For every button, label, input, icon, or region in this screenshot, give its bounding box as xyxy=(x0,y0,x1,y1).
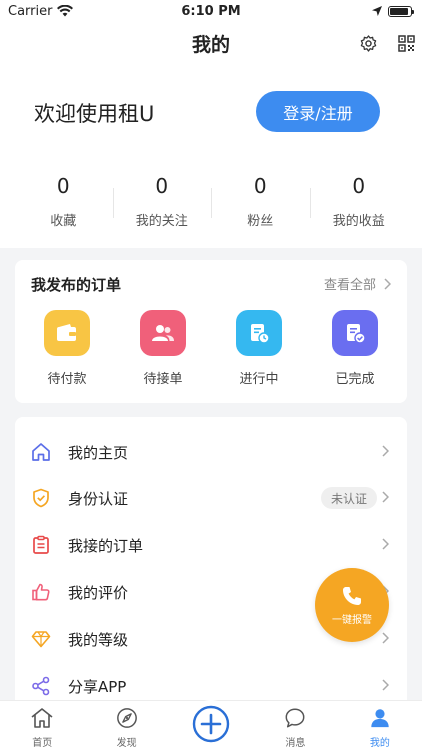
verification-status-badge: 未认证 xyxy=(320,487,377,509)
menu-item-homepage[interactable]: 我的主页 xyxy=(15,429,407,475)
login-register-button[interactable]: 登录/注册 xyxy=(256,91,380,132)
stats-row: 0 收藏 0 我的关注 0 粉丝 0 我的收益 xyxy=(14,172,408,229)
order-label: 进行中 xyxy=(239,372,279,387)
gear-icon[interactable] xyxy=(357,32,379,54)
view-all-link[interactable]: 查看全部 xyxy=(324,274,391,293)
chevron-right-icon xyxy=(382,445,389,457)
stat-value: 0 xyxy=(155,174,169,198)
shield-check-icon xyxy=(30,487,52,509)
status-bar: Carrier 6:10 PM xyxy=(0,0,422,22)
menu-card: 我的主页 身份认证 未认证 我接的订单 我的评价 我的等级 分享APP xyxy=(15,417,407,717)
clock-document-icon xyxy=(236,310,282,356)
order-completed[interactable]: 已完成 xyxy=(315,310,395,387)
tab-label: 我的 xyxy=(369,738,390,749)
stat-label: 收藏 xyxy=(50,214,77,229)
compass-icon xyxy=(116,708,137,728)
location-arrow-icon xyxy=(372,6,382,16)
nav-bar: 我的 xyxy=(0,22,422,64)
menu-label: 我接的订单 xyxy=(68,536,144,555)
profile-section: 欢迎使用租U 登录/注册 0 收藏 0 我的关注 0 粉丝 0 我的收益 xyxy=(0,64,422,248)
share-icon xyxy=(30,675,52,697)
menu-label: 我的等级 xyxy=(68,630,129,649)
stat-value: 0 xyxy=(253,174,267,198)
order-in-progress[interactable]: 进行中 xyxy=(219,310,299,387)
tab-me[interactable]: 我的 xyxy=(338,701,422,750)
wifi-icon xyxy=(57,5,74,17)
orders-title: 我发布的订单 xyxy=(31,276,122,294)
stat-following[interactable]: 0 我的关注 xyxy=(112,172,212,229)
tab-label: 发现 xyxy=(116,738,137,749)
chevron-right-icon xyxy=(382,632,389,644)
check-document-icon xyxy=(332,310,378,356)
wallet-icon xyxy=(44,310,90,356)
tab-label: 首页 xyxy=(32,738,53,749)
home-icon xyxy=(30,441,52,463)
menu-label: 我的评价 xyxy=(68,583,129,602)
order-pending-payment[interactable]: 待付款 xyxy=(27,310,107,387)
chevron-right-icon xyxy=(382,538,389,550)
stat-earnings[interactable]: 0 我的收益 xyxy=(309,172,409,229)
user-icon xyxy=(371,709,389,728)
chevron-right-icon xyxy=(384,277,391,290)
welcome-text: 欢迎使用租U xyxy=(34,102,155,126)
my-orders-card: 我发布的订单 查看全部 待付款 待接单 进行中 已完成 xyxy=(15,260,407,403)
fab-label: 一键报警 xyxy=(332,614,372,626)
publish-plus-button[interactable] xyxy=(187,700,235,748)
stat-value: 0 xyxy=(56,174,70,198)
battery-icon xyxy=(388,5,414,17)
menu-label: 身份认证 xyxy=(68,489,129,508)
tab-home[interactable]: 首页 xyxy=(0,701,84,750)
stat-label: 我的关注 xyxy=(135,214,188,229)
thumbs-up-icon xyxy=(30,581,52,603)
order-label: 待付款 xyxy=(47,372,87,387)
carrier-label: Carrier xyxy=(8,3,53,19)
menu-item-identity[interactable]: 身份认证 未认证 xyxy=(15,475,407,521)
tab-messages[interactable]: 消息 xyxy=(253,701,337,750)
order-label: 待接单 xyxy=(143,372,183,387)
diamond-icon xyxy=(30,628,52,650)
stat-value: 0 xyxy=(352,174,366,198)
menu-label: 分享APP xyxy=(68,677,127,696)
plus-circle-icon xyxy=(192,705,230,743)
clipboard-icon xyxy=(30,534,52,556)
view-all-label: 查看全部 xyxy=(323,278,376,293)
stat-fans[interactable]: 0 粉丝 xyxy=(211,172,310,229)
qr-code-icon[interactable] xyxy=(395,32,417,54)
menu-label: 我的主页 xyxy=(68,443,129,462)
tab-label: 消息 xyxy=(285,738,306,749)
menu-item-accepted-orders[interactable]: 我接的订单 xyxy=(15,522,407,568)
emergency-call-button[interactable]: 一键报警 xyxy=(315,568,389,642)
order-label: 已完成 xyxy=(335,372,375,387)
chevron-right-icon xyxy=(382,679,389,691)
order-awaiting-accept[interactable]: 待接单 xyxy=(123,310,203,387)
home-icon xyxy=(31,708,53,728)
phone-icon xyxy=(343,586,361,605)
users-icon xyxy=(140,310,186,356)
stat-label: 粉丝 xyxy=(247,214,274,229)
stat-favorites[interactable]: 0 收藏 xyxy=(14,172,113,229)
chat-bubble-icon xyxy=(285,708,305,728)
tab-discover[interactable]: 发现 xyxy=(84,701,168,750)
chevron-right-icon xyxy=(382,491,389,503)
stat-label: 我的收益 xyxy=(332,214,385,229)
